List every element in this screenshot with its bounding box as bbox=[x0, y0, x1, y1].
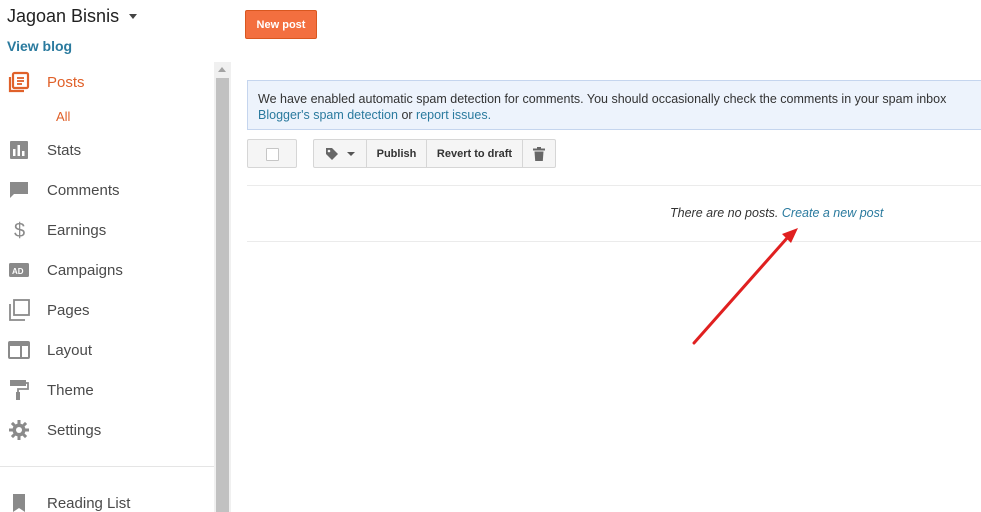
scrollbar-thumb[interactable] bbox=[216, 78, 229, 512]
label-button[interactable] bbox=[314, 140, 367, 167]
annotation-arrow-icon bbox=[692, 228, 798, 345]
sidebar-item-label: Comments bbox=[47, 181, 120, 199]
sidebar-item-label: Earnings bbox=[47, 221, 107, 239]
empty-state: There are no posts. Create a new post bbox=[670, 206, 883, 220]
sidebar-item-earnings[interactable]: $ Earnings bbox=[0, 212, 214, 248]
posts-icon bbox=[8, 71, 30, 93]
spam-notice: We have enabled automatic spam detection… bbox=[247, 80, 981, 130]
sidebar-item-settings[interactable]: Settings bbox=[0, 412, 214, 448]
comments-icon bbox=[10, 182, 28, 198]
sidebar-scrollbar[interactable] bbox=[214, 62, 231, 512]
sidebar-item-layout[interactable]: Layout bbox=[0, 332, 214, 368]
view-blog-link[interactable]: View blog bbox=[7, 38, 72, 54]
sidebar-sub-all-posts[interactable]: All bbox=[56, 109, 70, 124]
ad-icon: AD bbox=[9, 263, 29, 277]
sidebar-item-label: Reading List bbox=[47, 494, 131, 512]
create-new-post-link[interactable]: Create a new post bbox=[782, 206, 883, 220]
new-post-button[interactable]: New post bbox=[245, 10, 317, 39]
stats-icon bbox=[10, 141, 28, 159]
layout-icon bbox=[8, 341, 30, 359]
blog-title: Jagoan Bisnis bbox=[7, 6, 120, 26]
scroll-up-icon[interactable] bbox=[218, 67, 226, 72]
sidebar-item-pages[interactable]: Pages bbox=[0, 292, 214, 328]
empty-state-text: There are no posts. bbox=[670, 206, 782, 220]
bookmark-icon bbox=[13, 494, 25, 512]
gear-icon bbox=[9, 420, 29, 440]
select-all-checkbox[interactable] bbox=[247, 139, 297, 168]
trash-icon bbox=[533, 146, 545, 161]
sidebar-divider bbox=[0, 466, 214, 467]
chevron-down-icon bbox=[347, 151, 355, 156]
svg-text:AD: AD bbox=[12, 267, 24, 276]
delete-button[interactable] bbox=[523, 140, 555, 167]
sidebar-item-theme[interactable]: Theme bbox=[0, 372, 214, 408]
sidebar-item-label: Stats bbox=[47, 141, 82, 159]
spam-detection-link[interactable]: Blogger's spam detection bbox=[258, 108, 398, 122]
divider bbox=[247, 241, 981, 242]
sidebar-item-label: Settings bbox=[47, 421, 102, 439]
publish-button[interactable]: Publish bbox=[367, 140, 427, 167]
tag-icon bbox=[326, 147, 338, 160]
sidebar-item-label: Pages bbox=[47, 301, 90, 319]
post-actions-toolbar: Publish Revert to draft bbox=[313, 139, 556, 168]
sidebar-item-reading-list[interactable]: Reading List bbox=[0, 485, 214, 512]
chevron-down-icon bbox=[129, 14, 138, 19]
notice-or: or bbox=[397, 108, 417, 122]
sidebar-item-comments[interactable]: Comments bbox=[0, 172, 214, 208]
sidebar-item-stats[interactable]: Stats bbox=[0, 132, 214, 168]
notice-text: We have enabled automatic spam detection… bbox=[258, 92, 947, 106]
sidebar-item-label: Layout bbox=[47, 341, 93, 359]
divider bbox=[247, 185, 981, 186]
checkbox-box[interactable] bbox=[266, 148, 279, 161]
sidebar-item-campaigns[interactable]: AD Campaigns bbox=[0, 252, 214, 288]
report-issues-link[interactable]: report issues. bbox=[416, 108, 491, 122]
dollar-icon: $ bbox=[14, 220, 25, 241]
pages-icon bbox=[9, 299, 30, 321]
sidebar-item-posts[interactable]: Posts bbox=[0, 64, 214, 100]
sidebar-item-label: Theme bbox=[47, 381, 94, 399]
sidebar-item-label: Campaigns bbox=[47, 261, 123, 279]
revert-to-draft-button[interactable]: Revert to draft bbox=[427, 140, 523, 167]
sidebar-item-label: Posts bbox=[47, 73, 85, 91]
svg-text:$: $ bbox=[14, 220, 25, 241]
paint-roller-icon bbox=[10, 380, 29, 400]
blog-selector[interactable]: Jagoan Bisnis bbox=[7, 6, 138, 27]
